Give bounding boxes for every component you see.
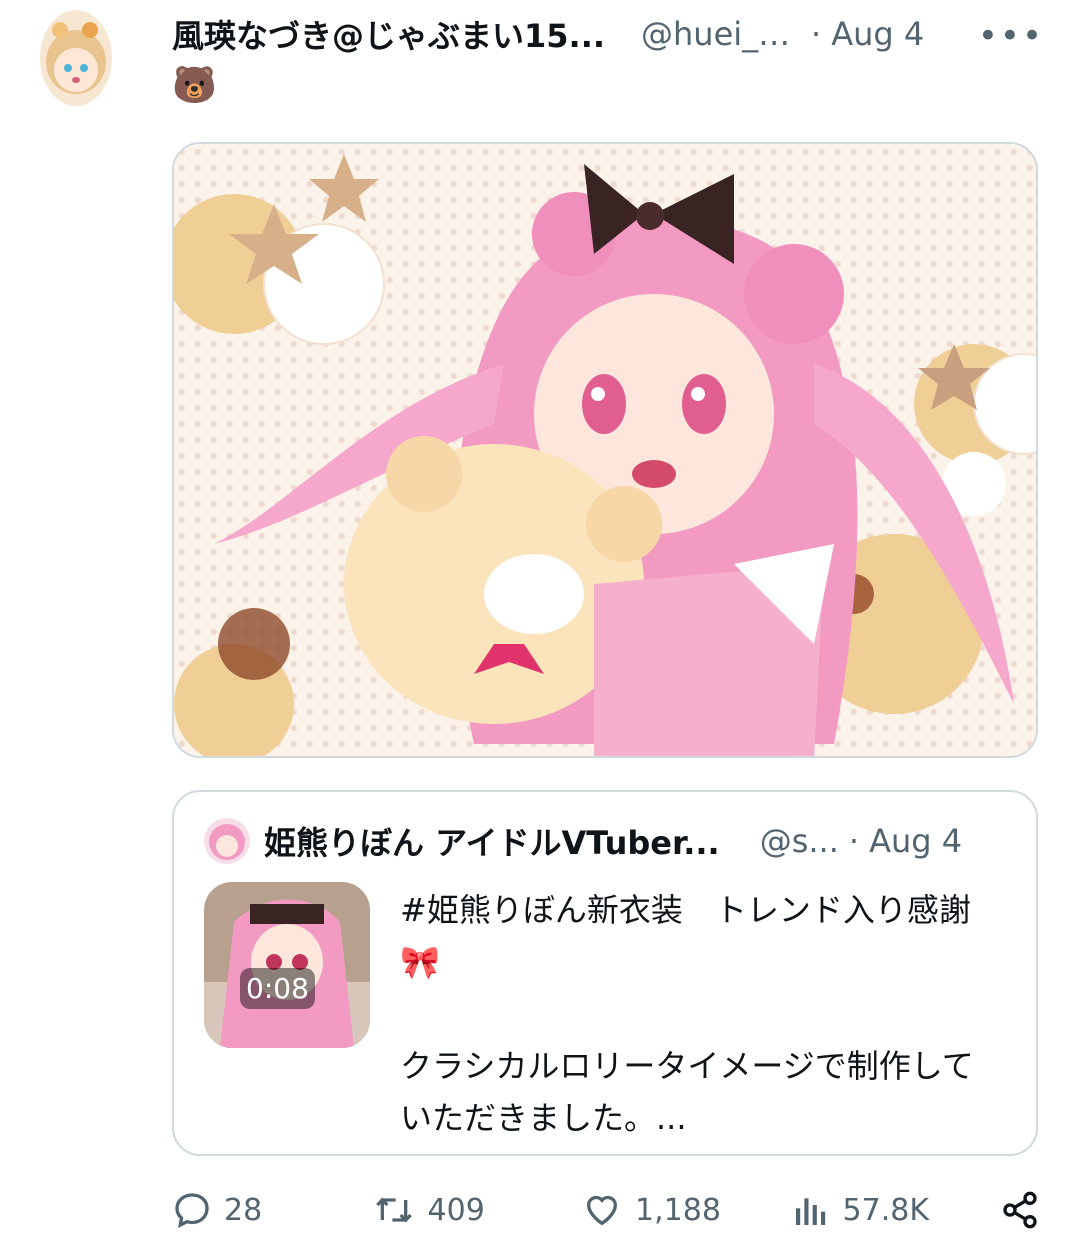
- tweet-image[interactable]: [172, 142, 1038, 758]
- quoted-tweet[interactable]: 姫熊りぼん アイドルVTuber... @s... · Aug 4 0:08 #…: [172, 790, 1038, 1156]
- video-duration: 0:08: [240, 968, 315, 1009]
- like-count: 1,188: [635, 1192, 721, 1228]
- quoted-author-name[interactable]: 姫熊りぼん アイドルVTuber...: [264, 818, 720, 864]
- reply-icon: [175, 1193, 209, 1228]
- tweet-date[interactable]: Aug 4: [831, 15, 924, 53]
- share-icon: [1003, 1191, 1037, 1229]
- action-bar: 28 409 1,188 57.8K: [172, 1180, 1052, 1240]
- share-button[interactable]: [1000, 1190, 1052, 1230]
- quoted-text: #姫熊りぼん新衣装 トレンド入り感謝🎀 クラシカルロリータイメージで制作していた…: [400, 884, 1000, 1144]
- repost-count: 409: [427, 1192, 485, 1228]
- separator: ·: [848, 822, 860, 860]
- view-count: 57.8K: [842, 1192, 929, 1228]
- heart-icon: [587, 1195, 618, 1226]
- quoted-date: Aug 4: [869, 822, 963, 860]
- author-avatar[interactable]: [40, 10, 112, 106]
- separator: ·: [811, 15, 822, 53]
- quoted-avatar: [204, 818, 250, 864]
- quoted-text-line: #姫熊りぼん新衣装 トレンド入り感謝🎀: [400, 891, 971, 981]
- reply-count: 28: [224, 1192, 263, 1228]
- repost-icon: [375, 1197, 412, 1223]
- repost-button[interactable]: 409: [372, 1190, 582, 1230]
- quoted-author-handle[interactable]: @s...: [760, 822, 839, 860]
- author-handle[interactable]: @huei_n...: [641, 15, 801, 53]
- author-name[interactable]: 風瑛なづき@じゃぶまい15...: [172, 11, 605, 57]
- views-button[interactable]: 57.8K: [791, 1190, 1001, 1230]
- quoted-header: 姫熊りぼん アイドルVTuber... @s... · Aug 4: [204, 818, 1014, 864]
- reply-button[interactable]: 28: [172, 1190, 372, 1230]
- quoted-text-line: クラシカルロリータイメージで制作していただきました。...: [400, 1047, 974, 1137]
- like-button[interactable]: 1,188: [581, 1190, 791, 1230]
- more-icon[interactable]: •••: [978, 16, 1044, 56]
- tweet-header: 風瑛なづき@じゃぶまい15... @huei_n... · Aug 4 •••: [172, 12, 1052, 56]
- tweet-text: 🐻: [172, 65, 217, 106]
- quoted-video-thumbnail[interactable]: 0:08: [204, 882, 370, 1048]
- views-icon: [795, 1198, 825, 1225]
